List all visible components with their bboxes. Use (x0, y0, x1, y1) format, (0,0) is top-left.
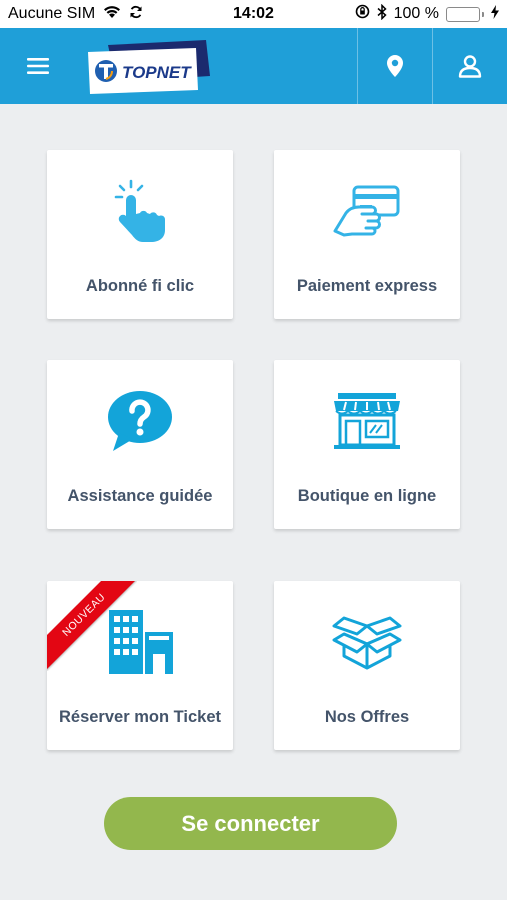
location-button[interactable] (358, 28, 432, 104)
tile-label: Assistance guidée (67, 487, 213, 505)
location-pin-icon (387, 55, 403, 77)
account-button[interactable] (433, 28, 507, 104)
charging-icon (491, 4, 499, 24)
menu-button[interactable] (0, 28, 76, 104)
app-bar: TOPNET (0, 28, 507, 104)
storefront-icon (334, 393, 400, 449)
sync-icon (129, 5, 143, 24)
tile-reserver-mon-ticket[interactable]: NOUVEAU Réserver mon Ticket (47, 581, 233, 750)
battery-icon (446, 6, 484, 22)
tile-label: Nos Offres (324, 708, 410, 726)
tile-label: Abonné fi clic (85, 277, 195, 295)
menu-icon (27, 58, 49, 74)
tile-paiement-express[interactable]: Paiement express (274, 150, 460, 319)
question-bubble-icon (108, 391, 172, 451)
tile-assistance-guidee[interactable]: Assistance guidée (47, 360, 233, 529)
status-bar: Aucune SIM 14:02 100 % (0, 0, 507, 28)
wifi-icon (102, 4, 122, 24)
tile-label: Paiement express (296, 277, 438, 295)
tile-abonne-fi-clic[interactable]: Abonné fi clic (47, 150, 233, 319)
tile-label: Réserver mon Ticket (58, 708, 222, 726)
battery-percent: 100 % (393, 5, 439, 22)
user-icon (458, 55, 482, 78)
orientation-lock-icon (355, 4, 370, 24)
tap-hand-icon (114, 179, 165, 242)
open-box-icon (332, 616, 402, 670)
tile-nos-offres[interactable]: Nos Offres (274, 581, 460, 750)
brand-logo[interactable]: TOPNET (86, 38, 212, 94)
carrier-label: Aucune SIM (8, 5, 96, 22)
bluetooth-icon (377, 3, 387, 25)
brand-name: TOPNET (122, 63, 192, 82)
card-payment-icon (333, 185, 400, 237)
tile-boutique-en-ligne[interactable]: Boutique en ligne (274, 360, 460, 529)
connect-button[interactable]: Se connecter (104, 797, 397, 850)
building-icon (109, 610, 173, 674)
tile-label: Boutique en ligne (297, 487, 437, 505)
